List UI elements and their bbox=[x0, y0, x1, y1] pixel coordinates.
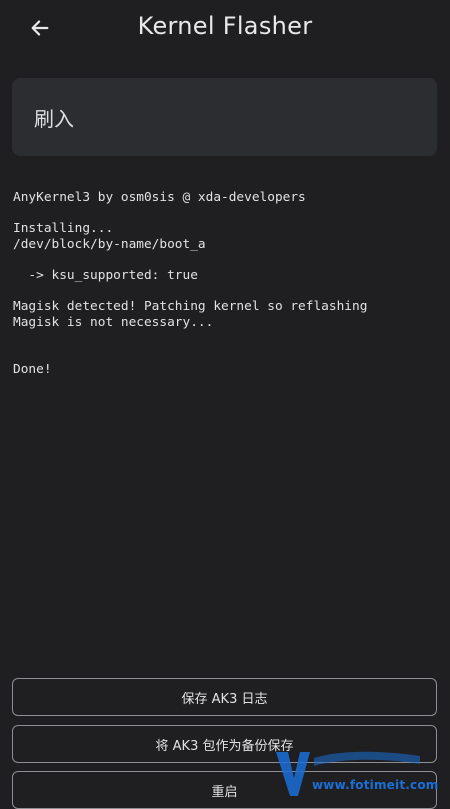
log-line: Magisk detected! Patching kernel so refl… bbox=[13, 299, 368, 315]
log-line: -> ksu_supported: true bbox=[13, 267, 198, 283]
app-bar: Kernel Flasher bbox=[0, 0, 450, 56]
log-line: Installing... bbox=[13, 221, 114, 237]
log-line: Magisk is not necessary... bbox=[13, 314, 214, 330]
log-line: AnyKernel3 by osm0sis @ xda-developers bbox=[13, 190, 306, 205]
reboot-button[interactable]: 重启 bbox=[12, 771, 437, 809]
flash-status-label: 刷入 bbox=[34, 106, 74, 131]
save-ak3-backup-button[interactable]: 将 AK3 包作为备份保存 bbox=[12, 725, 437, 763]
flash-status-card: 刷入 bbox=[12, 78, 437, 156]
flash-log: AnyKernel3 by osm0sis @ xda-developers I… bbox=[13, 190, 443, 377]
page-title: Kernel Flasher bbox=[137, 12, 313, 40]
log-line: Done! bbox=[13, 361, 52, 377]
save-ak3-log-button[interactable]: 保存 AK3 日志 bbox=[12, 678, 437, 716]
log-line: /dev/block/by-name/boot_a bbox=[13, 236, 206, 252]
